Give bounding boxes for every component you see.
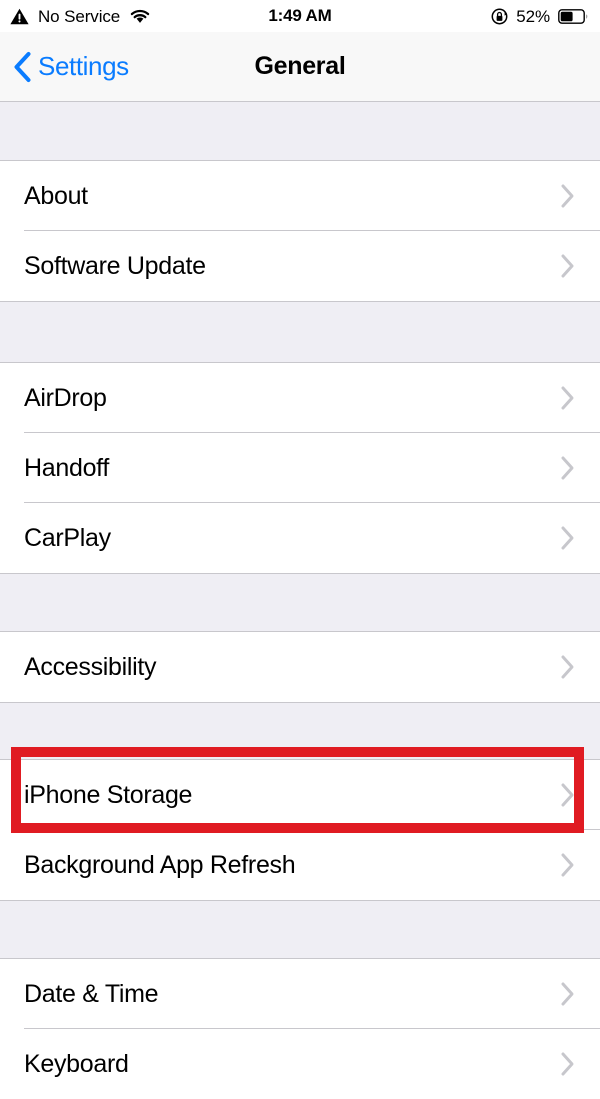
section-spacer	[0, 574, 600, 631]
navigation-bar: Settings General	[0, 32, 600, 102]
row-carplay[interactable]: CarPlay	[0, 503, 600, 573]
section-storage: iPhone Storage Background App Refresh	[0, 759, 600, 901]
section-spacer	[0, 302, 600, 362]
section-spacer	[0, 102, 600, 160]
row-accessibility[interactable]: Accessibility	[0, 632, 600, 702]
row-label: Keyboard	[24, 1049, 129, 1078]
row-about[interactable]: About	[0, 161, 600, 231]
section-spacer	[0, 901, 600, 958]
chevron-right-icon	[560, 253, 576, 279]
row-label: iPhone Storage	[24, 780, 193, 809]
iphone-settings-general-screen: No Service 1:49 AM 52% Settings General …	[0, 0, 600, 1099]
warning-triangle-icon	[10, 8, 29, 25]
row-label: Date & Time	[24, 979, 159, 1008]
row-label: About	[24, 181, 88, 210]
chevron-right-icon	[560, 455, 576, 481]
chevron-right-icon	[560, 782, 576, 808]
status-bar: No Service 1:49 AM 52%	[0, 0, 600, 32]
chevron-right-icon	[560, 385, 576, 411]
carrier-label: No Service	[38, 6, 121, 26]
chevron-right-icon	[560, 525, 576, 551]
chevron-right-icon	[560, 1051, 576, 1077]
row-airdrop[interactable]: AirDrop	[0, 363, 600, 433]
status-bar-right: 52%	[491, 8, 588, 25]
section-info: About Software Update	[0, 160, 600, 302]
row-label: Software Update	[24, 251, 206, 280]
section-continuity: AirDrop Handoff CarPlay	[0, 362, 600, 574]
section-accessibility: Accessibility	[0, 631, 600, 703]
row-label: Accessibility	[24, 652, 157, 681]
chevron-right-icon	[560, 981, 576, 1007]
section-datetime: Date & Time Keyboard	[0, 958, 600, 1099]
row-label: Handoff	[24, 453, 110, 482]
row-iphone-storage[interactable]: iPhone Storage	[0, 760, 600, 830]
status-bar-left: No Service	[10, 8, 151, 25]
row-date-and-time[interactable]: Date & Time	[0, 959, 600, 1029]
row-label: AirDrop	[24, 383, 107, 412]
settings-list: About Software Update AirDrop Handoff Ca…	[0, 102, 600, 1099]
chevron-left-icon	[12, 51, 32, 83]
rotation-lock-icon	[491, 8, 508, 25]
wifi-icon	[129, 8, 151, 24]
row-keyboard[interactable]: Keyboard	[0, 1029, 600, 1099]
chevron-right-icon	[560, 654, 576, 680]
row-handoff[interactable]: Handoff	[0, 433, 600, 503]
row-label: CarPlay	[24, 523, 111, 552]
row-software-update[interactable]: Software Update	[0, 231, 600, 301]
section-spacer	[0, 703, 600, 759]
row-background-app-refresh[interactable]: Background App Refresh	[0, 830, 600, 900]
battery-icon	[558, 8, 588, 24]
battery-percent-label: 52%	[516, 6, 550, 26]
chevron-right-icon	[560, 183, 576, 209]
row-label: Background App Refresh	[24, 850, 296, 879]
back-button-label: Settings	[38, 51, 129, 81]
clock-label: 1:49 AM	[268, 6, 332, 25]
chevron-right-icon	[560, 852, 576, 878]
back-button-settings[interactable]: Settings	[0, 51, 129, 83]
